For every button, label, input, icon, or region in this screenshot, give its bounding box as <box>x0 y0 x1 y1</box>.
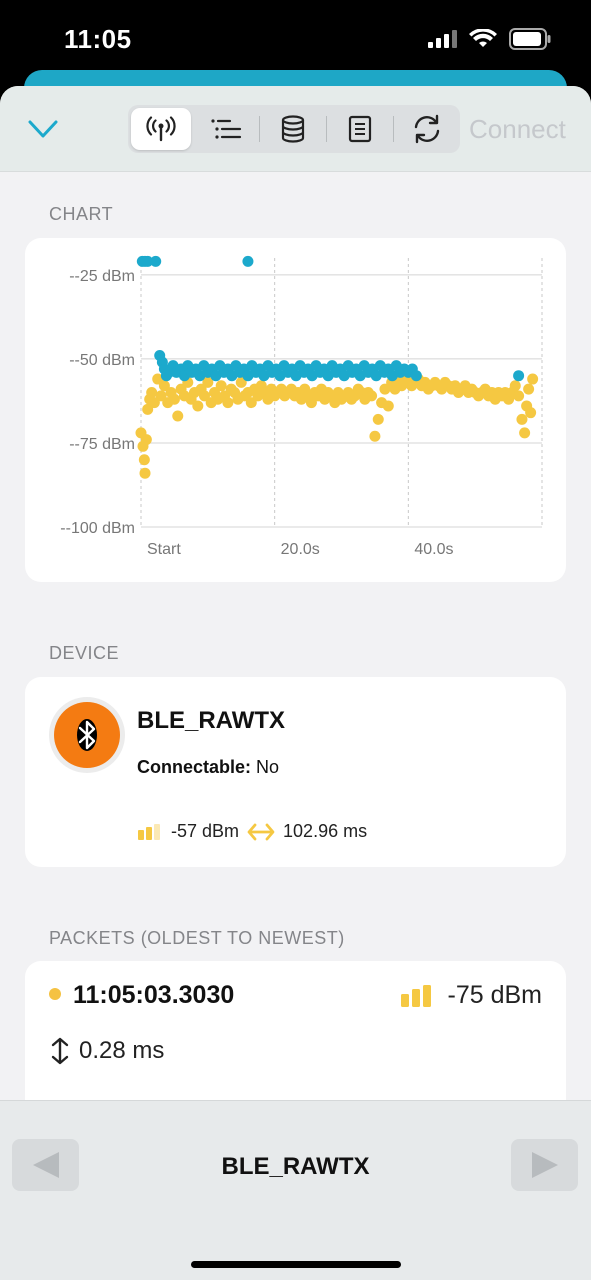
interval-arrows-icon <box>247 823 275 840</box>
data-point <box>372 413 384 425</box>
vertical-arrows-icon <box>51 1037 69 1065</box>
home-indicator <box>191 1261 401 1268</box>
connectable-status: Connectable: No <box>137 757 279 778</box>
data-point <box>150 255 162 267</box>
toolbar: Connect <box>0 86 591 172</box>
tab-list[interactable] <box>194 105 260 153</box>
data-point <box>168 393 180 405</box>
data-point <box>222 397 234 409</box>
chevron-down-icon[interactable] <box>26 114 60 144</box>
document-icon <box>349 115 372 143</box>
connectable-label: Connectable: <box>137 757 252 777</box>
packet-dot <box>49 988 61 1000</box>
status-bar: 11:05 <box>0 0 591 80</box>
data-point <box>509 380 521 392</box>
device-avatar <box>49 697 125 773</box>
signal-strength-icon <box>138 823 160 840</box>
device-name: BLE_RAWTX <box>137 707 286 734</box>
data-point <box>172 410 184 422</box>
device-stats: -57 dBm 102.96 ms <box>137 821 367 842</box>
packet-rssi-value: -75 dBm <box>447 981 542 1009</box>
device-rssi: -57 dBm <box>171 821 240 841</box>
data-point <box>138 454 150 466</box>
data-point <box>215 380 227 392</box>
device-section-label: DEVICE <box>49 643 120 663</box>
signal-strength-icon <box>400 984 431 1007</box>
data-point <box>410 370 422 382</box>
wifi-icon <box>469 29 497 47</box>
y-tick-label: --25 dBm <box>69 268 135 285</box>
battery-icon <box>509 28 551 50</box>
chart-section-label: CHART <box>49 204 114 224</box>
antenna-icon <box>146 116 176 142</box>
cellular-signal-icon <box>428 30 457 48</box>
packets-section-label: PACKETS (OLDEST TO NEWEST) <box>49 928 345 948</box>
device-interval: 102.96 ms <box>283 821 368 841</box>
data-point <box>513 390 525 402</box>
connectable-value: No <box>256 757 280 777</box>
data-point <box>242 255 254 267</box>
data-point <box>366 390 378 402</box>
data-point <box>139 467 151 479</box>
data-point <box>519 427 531 439</box>
data-point <box>146 387 158 398</box>
triangle-right-icon <box>531 1152 558 1178</box>
connect-button[interactable]: Connect <box>469 114 566 145</box>
data-point <box>513 370 525 382</box>
data-point <box>192 400 204 412</box>
chart-card: --25 dBm --50 dBm --75 dBm --100 dBm Start 20… <box>25 238 566 582</box>
status-time: 11:05 <box>64 24 132 54</box>
tab-document[interactable] <box>327 105 393 153</box>
x-tick-label: 20.0s <box>281 541 320 558</box>
database-icon <box>282 115 305 143</box>
data-point <box>527 373 539 385</box>
data-point <box>525 407 537 419</box>
view-segmented-control <box>128 105 460 153</box>
data-point <box>516 413 528 425</box>
next-device-button[interactable] <box>511 1139 578 1191</box>
list-icon <box>211 119 242 139</box>
bottom-device-name: BLE_RAWTX <box>221 1153 370 1180</box>
refresh-icon <box>414 114 440 144</box>
y-tick-label: --100 dBm <box>60 520 135 537</box>
x-tick-label: Start <box>147 541 181 558</box>
y-tick-label: --50 dBm <box>69 352 135 369</box>
bottom-nav-bar: BLE_RAWTX <box>0 1100 591 1280</box>
tab-refresh[interactable] <box>394 105 460 153</box>
status-icons <box>427 28 551 50</box>
rssi-scatter-chart: --25 dBm --50 dBm --75 dBm --100 dBm Start 20… <box>60 255 543 558</box>
packet-delta: 0.28 ms <box>49 1037 164 1065</box>
packet-time: 11:05:03.3030 <box>73 981 235 1009</box>
device-card[interactable]: BLE_RAWTX Connectable: No -57 dBm 102.96… <box>25 677 566 867</box>
y-tick-label: --75 dBm <box>69 436 135 453</box>
data-point <box>382 400 394 412</box>
packet-rssi: -75 dBm <box>400 981 542 1010</box>
data-point <box>369 430 381 442</box>
bluetooth-icon <box>77 719 97 751</box>
packet-delta-value: 0.28 ms <box>79 1037 165 1064</box>
data-point <box>523 383 535 395</box>
tab-database[interactable] <box>260 105 326 153</box>
data-point <box>140 434 152 446</box>
x-tick-label: 40.0s <box>414 541 453 558</box>
tab-signal[interactable] <box>131 108 191 150</box>
